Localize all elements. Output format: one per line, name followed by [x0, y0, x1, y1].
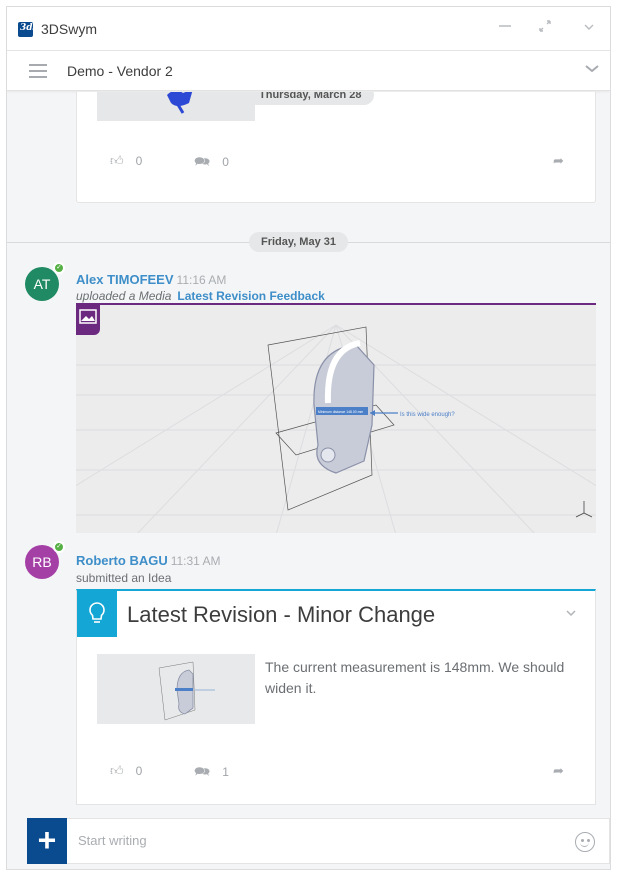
widget-titlebar: 3ds 3DSwym — [7, 7, 610, 51]
online-check-icon: ✓ — [53, 262, 65, 274]
date-separator: Friday, May 31 — [7, 232, 610, 252]
post-card: Thursday, March 28 👍︎ 0 🗪︎ 0 ➦ — [76, 92, 596, 203]
like-button[interactable]: 👍︎ 0 — [110, 763, 142, 779]
expand-icon — [539, 20, 551, 32]
share-icon: ➦ — [553, 763, 564, 778]
thumbs-up-icon: 👍︎ — [110, 763, 124, 778]
composer: + — [27, 818, 610, 864]
create-post-button[interactable]: + — [27, 818, 67, 864]
svg-text:Minimum distance 148.00 mm: Minimum distance 148.00 mm — [318, 410, 363, 414]
like-button[interactable]: 👍︎ 0 — [110, 153, 142, 169]
post-verb: submitted an Idea — [76, 571, 172, 585]
minimize-icon — [499, 25, 511, 27]
chevron-down-icon — [584, 24, 594, 30]
3d-viewer-grid: Is this wide enough? Minimum distance 14… — [76, 305, 596, 533]
community-menu-chevron-icon[interactable] — [584, 60, 600, 81]
post-time: 11:16 AM — [176, 273, 227, 287]
post-author[interactable]: Alex TIMOFEEV 11:16 AM — [76, 272, 226, 287]
emoji-icon[interactable] — [575, 832, 595, 852]
comment-icon: 🗪︎ — [194, 764, 211, 779]
comment-button[interactable]: 🗪︎ 0 — [194, 153, 229, 175]
thumbs-up-icon: 👍︎ — [110, 153, 124, 168]
share-button[interactable]: ➦ — [553, 153, 564, 169]
start-writing-input[interactable] — [78, 833, 538, 848]
post-date-pill: Thursday, March 28 — [247, 92, 374, 105]
idea-body: The current measurement is 148mm. We sho… — [265, 659, 565, 696]
post-actions: 👍︎ 0 🗪︎ 1 ➦ — [77, 759, 595, 783]
media-preview[interactable]: Is this wide enough? Minimum distance 14… — [76, 303, 596, 533]
minimize-button[interactable] — [493, 17, 517, 41]
post-verb: uploaded a Media Latest Revision Feedback — [76, 289, 325, 303]
post-actions: 👍︎ 0 🗪︎ 0 ➦ — [77, 149, 595, 173]
community-header: Demo - Vendor 2 — [7, 51, 610, 91]
community-title: Demo - Vendor 2 — [67, 63, 173, 79]
feed: Thursday, March 28 👍︎ 0 🗪︎ 0 ➦ Friday, May… — [7, 92, 610, 818]
3ds-logo-icon: 3ds — [18, 22, 38, 37]
share-icon: ➦ — [553, 153, 564, 168]
swym-widget: 3ds 3DSwym Demo - Vendor 2 Thursday, Mar… — [6, 6, 611, 870]
app-title: 3DSwym — [41, 21, 98, 37]
maximize-button[interactable] — [533, 17, 557, 41]
comment-button[interactable]: 🗪︎ 1 — [194, 763, 229, 785]
svg-text:Is this wide enough?: Is this wide enough? — [400, 412, 455, 418]
date-separator-label: Friday, May 31 — [249, 232, 348, 252]
media-title-link[interactable]: Latest Revision Feedback — [177, 289, 324, 303]
lightbulb-icon — [77, 591, 117, 637]
post-author[interactable]: Roberto BAGU 11:31 AM — [76, 553, 221, 568]
chevron-down-icon[interactable] — [565, 606, 577, 624]
hamburger-menu-icon[interactable] — [29, 64, 47, 78]
idea-thumbnail[interactable] — [97, 654, 255, 724]
comment-icon: 🗪︎ — [194, 154, 211, 169]
post-thumbnail[interactable] — [97, 92, 255, 121]
idea-card: Latest Revision - Minor Change The curre… — [76, 589, 596, 805]
idea-title[interactable]: Latest Revision - Minor Change — [127, 602, 435, 628]
post-time: 11:31 AM — [170, 554, 221, 568]
media-type-icon — [76, 305, 100, 335]
share-button[interactable]: ➦ — [553, 763, 564, 779]
online-check-icon: ✓ — [53, 541, 65, 553]
widget-menu-button[interactable] — [577, 17, 601, 41]
